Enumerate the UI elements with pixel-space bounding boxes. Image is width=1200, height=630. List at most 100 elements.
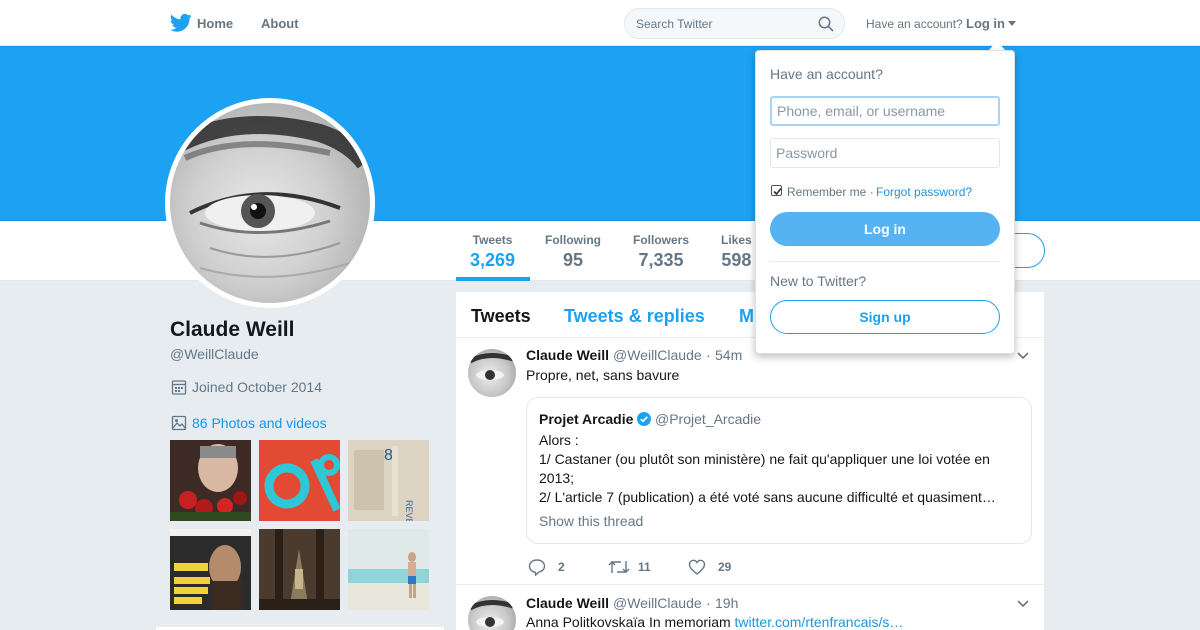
stat-tweets[interactable]: Tweets 3,269: [470, 233, 515, 271]
media-thumbnail[interactable]: [259, 529, 340, 610]
cathedral-interior-image: [259, 529, 340, 610]
quoted-text-line: 1/ Castaner (ou plutôt son ministère) ne…: [539, 451, 990, 467]
profile-name[interactable]: Claude Weill: [170, 318, 294, 342]
search-input[interactable]: [636, 15, 806, 33]
eye-closeup-image: [468, 353, 514, 380]
tweet-author-name[interactable]: Claude Weill: [526, 347, 609, 363]
reply-icon: [528, 559, 546, 576]
quoted-text-line: 2013;: [539, 470, 575, 486]
tweet-avatar[interactable]: [468, 596, 516, 630]
remember-me-text: Remember me: [787, 185, 867, 199]
like-action[interactable]: 29: [688, 558, 738, 578]
media-thumbnail[interactable]: [170, 529, 251, 610]
tweet-author-handle[interactable]: @WeillClaude: [613, 347, 702, 363]
nav-home-link[interactable]: Home: [197, 16, 233, 31]
tweet-author-handle[interactable]: @WeillClaude: [613, 595, 702, 611]
media-thumbnail[interactable]: [259, 440, 340, 521]
photos-videos-link[interactable]: 86 Photos and videos: [192, 415, 327, 431]
profile-avatar[interactable]: [165, 98, 375, 308]
stat-label: Followers: [633, 233, 690, 247]
svg-text:REVENUS 2018: REVENUS 2018: [404, 500, 414, 521]
new-to-twitter-text: New to Twitter?: [770, 273, 867, 289]
joined-date: Joined October 2014: [192, 379, 322, 395]
dropdown-title: Have an account?: [770, 66, 883, 82]
forgot-password-link[interactable]: Forgot password?: [876, 185, 972, 199]
tab-tweets-replies[interactable]: Tweets & replies: [564, 306, 705, 327]
calendar-icon: [171, 380, 187, 395]
checkmark-icon: [773, 187, 782, 196]
quoted-author-handle: @Projet_Arcadie: [655, 411, 762, 427]
retweet-count: 11: [638, 560, 651, 574]
divider: [770, 261, 1000, 262]
password-input[interactable]: [770, 138, 1000, 168]
avatar-photo: [170, 103, 370, 303]
tweet-text-body: Anna Politkovskaïa In memoriam: [526, 614, 735, 630]
tweet-dot-separator: ·: [706, 347, 711, 363]
remember-me-label: Remember me ·: [787, 185, 874, 199]
media-thumbnail[interactable]: [348, 529, 429, 610]
tweet-timestamp[interactable]: 54m: [715, 347, 742, 363]
woman-with-roses-image: [170, 440, 251, 521]
tweet-text: Propre, net, sans bavure: [526, 367, 680, 383]
login-button[interactable]: Log in: [770, 212, 1000, 246]
stat-followers[interactable]: Followers 7,335: [633, 233, 689, 271]
stat-value: 598: [721, 250, 752, 270]
percent-graphic-image: [259, 440, 340, 521]
chevron-down-icon[interactable]: [1017, 352, 1029, 360]
have-account-text: Have an account?: [866, 17, 963, 31]
heart-icon: [688, 559, 706, 575]
verified-badge-icon: [637, 412, 651, 426]
stat-label: Following: [545, 233, 601, 247]
stat-likes[interactable]: Likes 598: [721, 233, 752, 271]
tweet-avatar[interactable]: [468, 349, 516, 397]
stat-following[interactable]: Following 95: [545, 233, 601, 271]
beach-image: [348, 529, 429, 610]
photo-icon: [171, 415, 187, 431]
eye-closeup-image: [468, 600, 514, 627]
book-cover-image: [170, 529, 251, 610]
reply-count: 2: [558, 560, 565, 574]
quoted-author-name: Projet Arcadie: [539, 411, 634, 427]
media-thumbnail[interactable]: 8 REVENUS 2018: [348, 440, 429, 521]
tweet-author-name[interactable]: Claude Weill: [526, 595, 609, 611]
retweet-action[interactable]: 11: [608, 558, 658, 578]
stat-value: 3,269: [470, 250, 516, 270]
svg-text:8: 8: [384, 447, 393, 464]
search-box: [624, 8, 845, 39]
tax-form-image: 8 REVENUS 2018: [348, 440, 429, 521]
nav-about-link[interactable]: About: [261, 16, 299, 31]
active-stat-underline: [456, 277, 530, 281]
chevron-down-icon[interactable]: [1017, 600, 1029, 608]
media-thumbnail[interactable]: [170, 440, 251, 521]
separator-dot: ·: [866, 185, 874, 199]
stat-value: 7,335: [638, 250, 684, 270]
tab-tweets[interactable]: Tweets: [471, 306, 531, 327]
stat-value: 95: [562, 250, 584, 270]
tweet-dot-separator: ·: [706, 595, 711, 611]
quoted-text-line: Alors :: [539, 432, 579, 448]
tweet[interactable]: Claude Weill @WeillClaude · 19h Anna Pol…: [456, 585, 1044, 630]
caret-down-icon[interactable]: [1008, 21, 1016, 26]
like-count: 29: [718, 560, 732, 574]
remember-me-checkbox[interactable]: [771, 185, 782, 196]
stat-label: Likes: [721, 233, 752, 247]
stat-label: Tweets: [472, 233, 513, 247]
search-icon[interactable]: [818, 16, 834, 32]
show-thread-link[interactable]: Show this thread: [539, 513, 643, 529]
eye-closeup-image: [175, 116, 370, 278]
top-nav: Home About Have an account? Log in: [0, 0, 1200, 46]
username-input[interactable]: [770, 96, 1000, 126]
tweet[interactable]: Claude Weill @WeillClaude · 54m Propre, …: [456, 338, 1044, 585]
tweet-text: Anna Politkovskaïa In memoriam twitter.c…: [526, 614, 903, 630]
login-toggle[interactable]: Log in: [966, 16, 1005, 31]
profile-handle[interactable]: @WeillClaude: [170, 346, 259, 362]
tweet-timestamp[interactable]: 19h: [715, 595, 738, 611]
quoted-text-line: 2/ L'article 7 (publication) a été voté …: [539, 489, 996, 505]
login-dropdown: Have an account? Remember me · Forgot pa…: [755, 50, 1015, 354]
tweet-link[interactable]: twitter.com/rtenfrancais/s…: [735, 614, 904, 630]
quoted-tweet[interactable]: Projet Arcadie @Projet_Arcadie Alors : 1…: [526, 397, 1032, 544]
reply-action[interactable]: 2: [528, 558, 578, 578]
tab-media[interactable]: M: [739, 306, 754, 327]
signup-button[interactable]: Sign up: [770, 300, 1000, 334]
twitter-bird-icon[interactable]: [170, 13, 192, 33]
